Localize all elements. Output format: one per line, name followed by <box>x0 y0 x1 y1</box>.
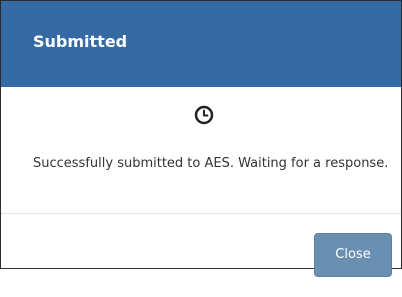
clock-icon <box>194 105 214 125</box>
footer-divider <box>1 213 401 214</box>
dialog-header: Submitted <box>1 1 401 87</box>
close-button[interactable]: Close <box>314 233 392 277</box>
status-message: Successfully submitted to AES. Waiting f… <box>33 156 389 171</box>
submitted-dialog: Submitted Successfully submitted to AES.… <box>0 0 402 277</box>
dialog-title: Submitted <box>33 32 128 51</box>
dialog-body: Successfully submitted to AES. Waiting f… <box>1 87 401 213</box>
